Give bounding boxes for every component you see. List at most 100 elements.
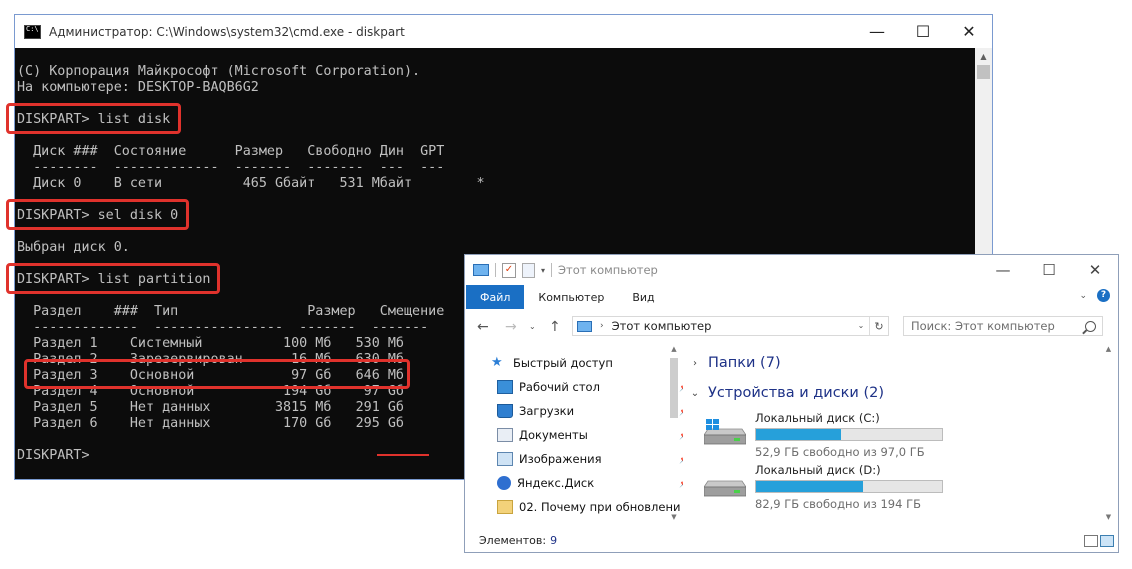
console-line: Диск ### Состояние Размер Свободно Дин G… — [17, 144, 445, 159]
desktop-folder-icon — [497, 380, 513, 394]
nav-item[interactable]: Рабочий стол📌 — [497, 375, 683, 399]
highlight-list-disk — [6, 103, 181, 134]
cmd-title: Администратор: C:\Windows\system32\cmd.e… — [49, 24, 405, 39]
search-input[interactable]: Поиск: Этот компьютер — [903, 316, 1103, 336]
explorer-title: Этот компьютер — [558, 263, 658, 277]
group-devices[interactable]: ⌄ Устройства и диски (2) — [690, 385, 884, 401]
console-line: На компьютере: DESKTOP-BAQB6G2 — [17, 80, 259, 95]
close-button[interactable]: ✕ — [946, 15, 992, 48]
drive-name: Локальный диск (C:) — [755, 411, 880, 425]
details-view-icon[interactable] — [1084, 535, 1098, 547]
refresh-icon[interactable]: ↻ — [870, 320, 888, 333]
ribbon: Файл Компьютер Вид ⌄ ? — [465, 285, 1118, 309]
tab-view[interactable]: Вид — [618, 285, 668, 309]
search-icon — [1085, 320, 1096, 332]
group-devices-label: Устройства и диски (2) — [708, 385, 884, 401]
highlight-list-partition — [6, 263, 220, 294]
nav-item-label: Документы — [519, 428, 588, 442]
console-line: Диск 0 В сети 465 Gбайт 531 Mбайт * — [17, 176, 485, 191]
chevron-down-icon[interactable]: ⌄ — [690, 388, 700, 399]
drive-usage-fill — [756, 429, 841, 440]
nav-item-label: Яндекс.Диск — [517, 476, 595, 490]
chevron-right-icon[interactable]: › — [690, 358, 700, 369]
tab-computer[interactable]: Компьютер — [524, 285, 618, 309]
tab-file[interactable]: Файл — [466, 285, 525, 309]
forward-arrow-icon[interactable]: → — [505, 319, 517, 335]
maximize-button[interactable]: ☐ — [900, 15, 946, 48]
new-folder-icon[interactable] — [522, 262, 535, 278]
nav-item[interactable]: Изображения📌 — [497, 447, 683, 471]
address-bar[interactable]: › Этот компьютер ⌄ ↻ — [572, 316, 889, 336]
nav-item[interactable]: Загрузки📌 — [497, 399, 683, 423]
separator — [495, 263, 496, 277]
drive-free-space: 82,9 ГБ свободно из 194 ГБ — [755, 497, 921, 511]
computer-icon — [473, 264, 489, 276]
properties-icon[interactable]: ✓ — [502, 262, 516, 278]
address-dropdown-icon[interactable]: ⌄ — [853, 317, 870, 335]
nav-item[interactable]: Яндекс.Диск📌 — [497, 471, 683, 495]
cmd-icon — [24, 24, 41, 39]
hard-drive-icon — [704, 480, 746, 497]
close-button[interactable]: ✕ — [1072, 255, 1118, 285]
nav-item-label: Изображения — [519, 452, 602, 466]
highlight-sel-disk — [6, 199, 189, 230]
nav-item-label: Быстрый доступ — [513, 356, 613, 370]
scroll-down-icon[interactable]: ▼ — [1100, 513, 1117, 521]
navigation-scrollbar[interactable]: ▲ ▼ — [667, 345, 681, 525]
computer-icon — [577, 320, 592, 332]
maximize-button[interactable]: ☐ — [1026, 255, 1072, 285]
drive-tile[interactable]: Локальный диск (C:) 52,9 ГБ свободно из 9… — [704, 411, 944, 463]
console-line: (C) Корпорация Майкрософт (Microsoft Cor… — [17, 64, 421, 79]
quick-access-dropdown-icon[interactable]: ▾ — [541, 266, 545, 275]
status-label: Элементов: — [479, 533, 547, 547]
scroll-thumb[interactable] — [977, 65, 990, 79]
drive-name: Локальный диск (D:) — [755, 463, 881, 477]
back-arrow-icon[interactable]: ← — [477, 319, 489, 335]
minimize-button[interactable]: — — [854, 15, 900, 48]
search-placeholder: Поиск: Этот компьютер — [911, 319, 1055, 333]
drive-usage-fill — [756, 481, 863, 492]
explorer-titlebar[interactable]: ✓ ▾ Этот компьютер — ☐ ✕ — [465, 255, 1118, 285]
folder-icon — [497, 500, 513, 514]
help-icon[interactable]: ? — [1097, 289, 1110, 302]
explorer-window[interactable]: ✓ ▾ Этот компьютер — ☐ ✕ Файл Компьютер … — [464, 254, 1119, 553]
item-count: 9 — [550, 533, 558, 547]
minimize-button[interactable]: — — [980, 255, 1026, 285]
status-bar: Элементов: 9 — [465, 528, 1118, 552]
up-arrow-icon[interactable]: ↑ — [549, 319, 561, 335]
breadcrumb[interactable]: Этот компьютер — [612, 319, 712, 333]
content-scrollbar[interactable]: ▲ ▼ — [1100, 345, 1117, 525]
drive-usage-bar — [755, 428, 943, 441]
group-folders[interactable]: › Папки (7) — [690, 355, 781, 371]
expand-ribbon-icon[interactable]: ⌄ — [1079, 291, 1087, 301]
drive-tile[interactable]: Локальный диск (D:) 82,9 ГБ свободно из 1… — [704, 463, 944, 515]
tiles-view-icon[interactable] — [1100, 535, 1114, 547]
star-icon: ★ — [491, 355, 503, 370]
downloads-icon — [497, 404, 513, 418]
drive-usage-bar — [755, 480, 943, 493]
nav-item-label: Рабочий стол — [519, 380, 600, 394]
breadcrumb-chevron-icon[interactable]: › — [600, 321, 604, 331]
scroll-thumb[interactable] — [670, 358, 678, 418]
scroll-down-icon[interactable]: ▼ — [667, 513, 681, 521]
nav-item[interactable]: 02. Почему при обновлени — [497, 495, 683, 519]
documents-icon — [497, 428, 513, 442]
highlight-underline — [377, 454, 429, 456]
drive-free-space: 52,9 ГБ свободно из 97,0 ГБ — [755, 445, 925, 459]
scroll-up-icon[interactable]: ▲ — [1100, 345, 1117, 353]
nav-item[interactable]: ★ Быстрый доступ — [491, 351, 683, 375]
scroll-up-icon[interactable]: ▲ — [667, 345, 681, 353]
scroll-up-icon[interactable]: ▲ — [975, 48, 992, 65]
group-folders-label: Папки (7) — [708, 355, 781, 371]
nav-item[interactable]: Документы📌 — [497, 423, 683, 447]
nav-item-label: 02. Почему при обновлени — [519, 500, 681, 514]
recent-dropdown-icon[interactable]: ⌄ — [529, 322, 536, 331]
separator — [551, 263, 553, 277]
system-drive-icon — [704, 419, 746, 445]
highlight-partition-3 — [24, 359, 410, 389]
console-line: -------- ------------- ------- ------- -… — [17, 160, 445, 175]
address-row: ← → ⌄ ↑ › Этот компьютер ⌄ ↻ Поиск: Этот… — [465, 313, 1118, 341]
content-pane: › Папки (7) ⌄ Устройства и диски (2) Лок… — [690, 345, 1118, 525]
nav-item-label: Загрузки — [519, 404, 575, 418]
cmd-titlebar[interactable]: Администратор: C:\Windows\system32\cmd.e… — [15, 15, 992, 48]
